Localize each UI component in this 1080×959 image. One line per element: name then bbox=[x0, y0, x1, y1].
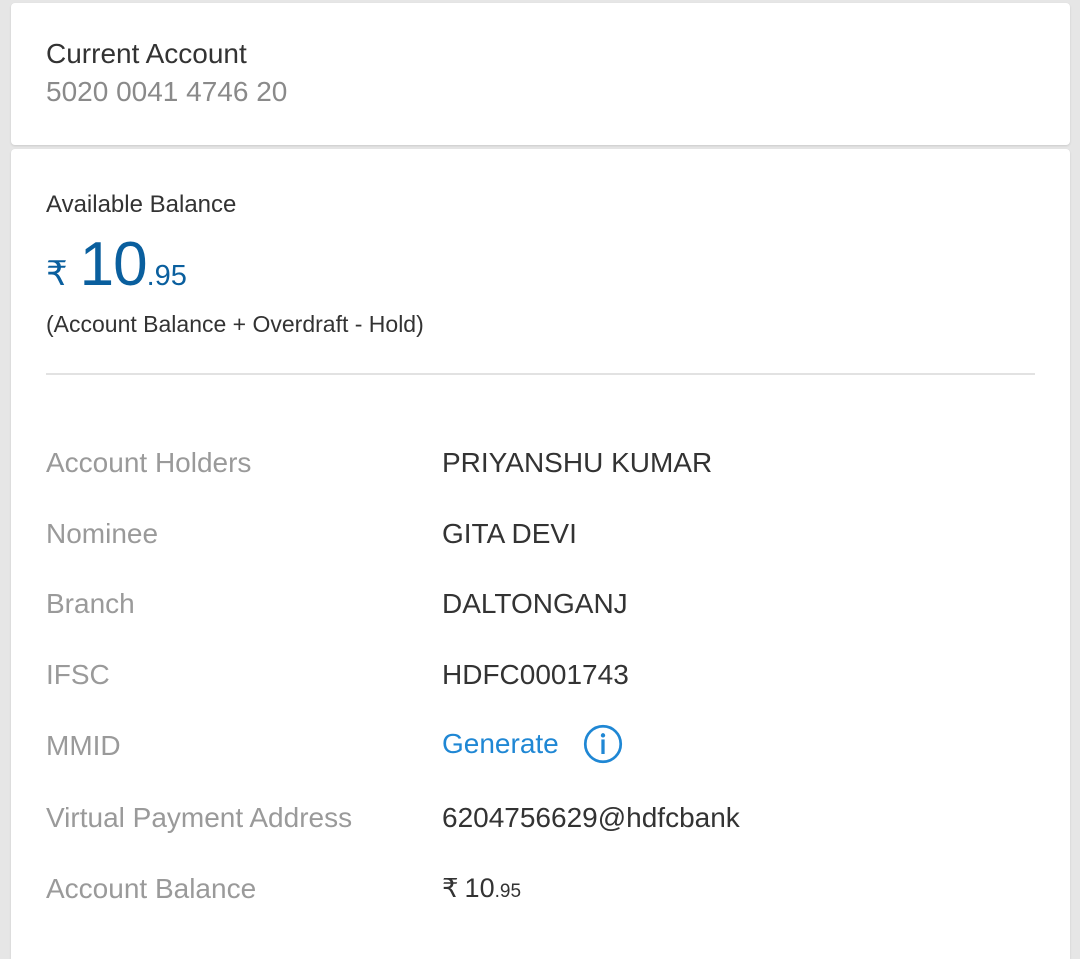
balance-integer: 10 bbox=[464, 873, 495, 903]
rupee-symbol: ₹ bbox=[46, 255, 68, 293]
detail-label: Branch bbox=[46, 588, 135, 619]
available-balance-label: Available Balance bbox=[46, 191, 237, 218]
divider bbox=[46, 373, 1035, 375]
detail-row-branch: Branch DALTONGANJ bbox=[46, 588, 1036, 628]
info-icon[interactable] bbox=[583, 724, 623, 764]
detail-label: MMID bbox=[46, 730, 121, 761]
balance-decimal: .95 bbox=[494, 881, 522, 902]
detail-value: 6204756629@hdfcbank bbox=[442, 802, 740, 833]
detail-row-vpa: Virtual Payment Address 6204756629@hdfcb… bbox=[46, 802, 1036, 842]
available-balance-amount: ₹ 10 .95 bbox=[46, 229, 187, 300]
balance-formula-note: (Account Balance + Overdraft - Hold) bbox=[46, 311, 424, 337]
detail-label: Nominee bbox=[46, 518, 159, 549]
account-details-card: Available Balance ₹ 10 .95 (Account Bala… bbox=[11, 149, 1070, 959]
account-header-card: Current Account 5020 0041 4746 20 bbox=[11, 3, 1070, 145]
account-number: 5020 0041 4746 20 bbox=[46, 76, 288, 107]
detail-row-nominee: Nominee GITA DEVI bbox=[46, 518, 1036, 558]
detail-row-ifsc: IFSC HDFC0001743 bbox=[46, 659, 1036, 699]
detail-row-mmid: MMID Generate bbox=[46, 724, 1036, 770]
detail-label: Account Holders bbox=[46, 447, 252, 478]
account-type: Current Account bbox=[46, 38, 247, 69]
balance-decimal: .95 bbox=[146, 260, 187, 292]
rupee-symbol: ₹ bbox=[442, 873, 459, 903]
detail-value: DALTONGANJ bbox=[442, 588, 628, 619]
detail-label: Account Balance bbox=[46, 873, 257, 904]
mmid-actions: Generate bbox=[442, 724, 623, 764]
detail-value: PRIYANSHU KUMAR bbox=[442, 447, 713, 478]
detail-row-account-balance: Account Balance ₹ 10 .95 bbox=[46, 873, 1036, 913]
detail-label: IFSC bbox=[46, 659, 110, 690]
account-balance-value: ₹ 10 .95 bbox=[442, 873, 521, 904]
balance-integer: 10 bbox=[79, 230, 148, 299]
detail-row-account-holders: Account Holders PRIYANSHU KUMAR bbox=[46, 447, 1036, 487]
generate-mmid-link[interactable]: Generate bbox=[442, 728, 559, 760]
detail-value: HDFC0001743 bbox=[442, 659, 629, 690]
detail-value: GITA DEVI bbox=[442, 518, 577, 549]
detail-label: Virtual Payment Address bbox=[46, 802, 353, 833]
